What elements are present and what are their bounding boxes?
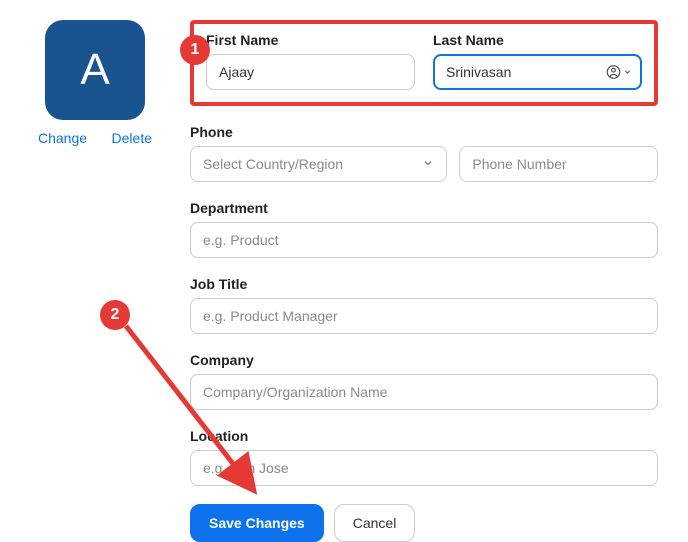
- department-label: Department: [190, 200, 658, 216]
- first-name-input[interactable]: [206, 54, 415, 90]
- first-name-label: First Name: [206, 32, 415, 48]
- phone-number-input[interactable]: [459, 146, 658, 182]
- avatar: A: [45, 20, 145, 120]
- company-input[interactable]: [190, 374, 658, 410]
- last-name-label: Last Name: [433, 32, 642, 48]
- name-highlight-box: First Name Last Name: [190, 20, 658, 106]
- avatar-change-link[interactable]: Change: [38, 130, 87, 146]
- avatar-delete-link[interactable]: Delete: [112, 130, 152, 146]
- phone-country-placeholder: Select Country/Region: [203, 156, 343, 172]
- chevron-down-icon: [422, 156, 434, 172]
- save-button[interactable]: Save Changes: [190, 504, 324, 542]
- avatar-initial: A: [80, 45, 109, 95]
- location-label: Location: [190, 428, 658, 444]
- job-title-input[interactable]: [190, 298, 658, 334]
- department-input[interactable]: [190, 222, 658, 258]
- annotation-step-2: 2: [100, 300, 130, 330]
- phone-label: Phone: [190, 124, 658, 140]
- company-label: Company: [190, 352, 658, 368]
- location-input[interactable]: [190, 450, 658, 486]
- job-title-label: Job Title: [190, 276, 658, 292]
- cancel-button[interactable]: Cancel: [334, 504, 416, 542]
- last-name-input[interactable]: [433, 54, 642, 90]
- annotation-step-1: 1: [180, 35, 210, 65]
- phone-country-select[interactable]: Select Country/Region: [190, 146, 447, 182]
